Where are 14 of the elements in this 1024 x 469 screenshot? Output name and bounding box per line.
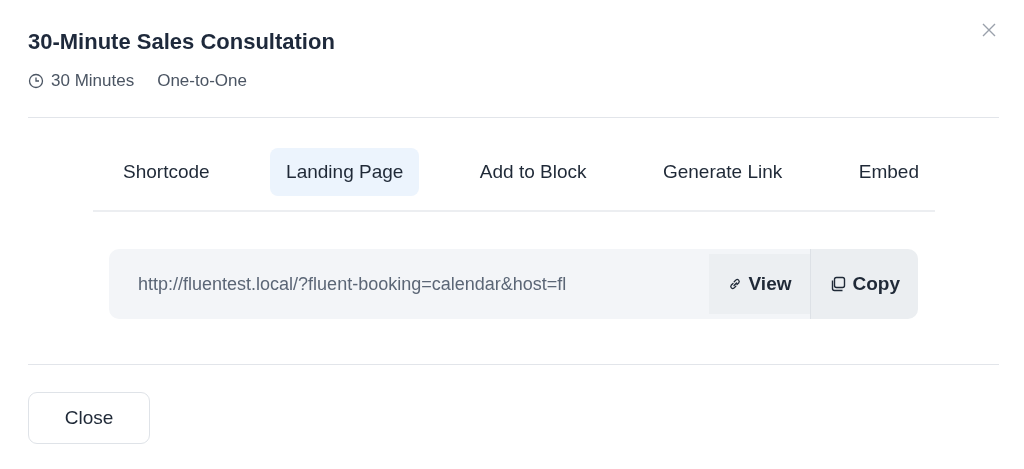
tab[interactable]: Landing Page <box>270 148 420 196</box>
tab[interactable]: Generate Link <box>646 148 799 196</box>
tab[interactable]: Add to Block <box>463 148 603 196</box>
close-icon[interactable] <box>981 22 997 38</box>
dialog-title: 30-Minute Sales Consultation <box>28 28 335 56</box>
view-button[interactable]: View <box>708 249 810 319</box>
duration-text: 30 Minutes <box>51 71 135 91</box>
tab[interactable]: Shortcode <box>107 148 226 196</box>
tab[interactable]: Embed <box>842 148 935 196</box>
close-button[interactable]: Close <box>28 392 150 444</box>
copy-button[interactable]: Copy <box>809 249 918 319</box>
event-type-text: One-to-One <box>157 71 247 91</box>
clock-icon <box>28 73 44 89</box>
url-field[interactable]: http://fluentest.local/?fluent-booking=calendar&host=fl <box>109 249 709 319</box>
